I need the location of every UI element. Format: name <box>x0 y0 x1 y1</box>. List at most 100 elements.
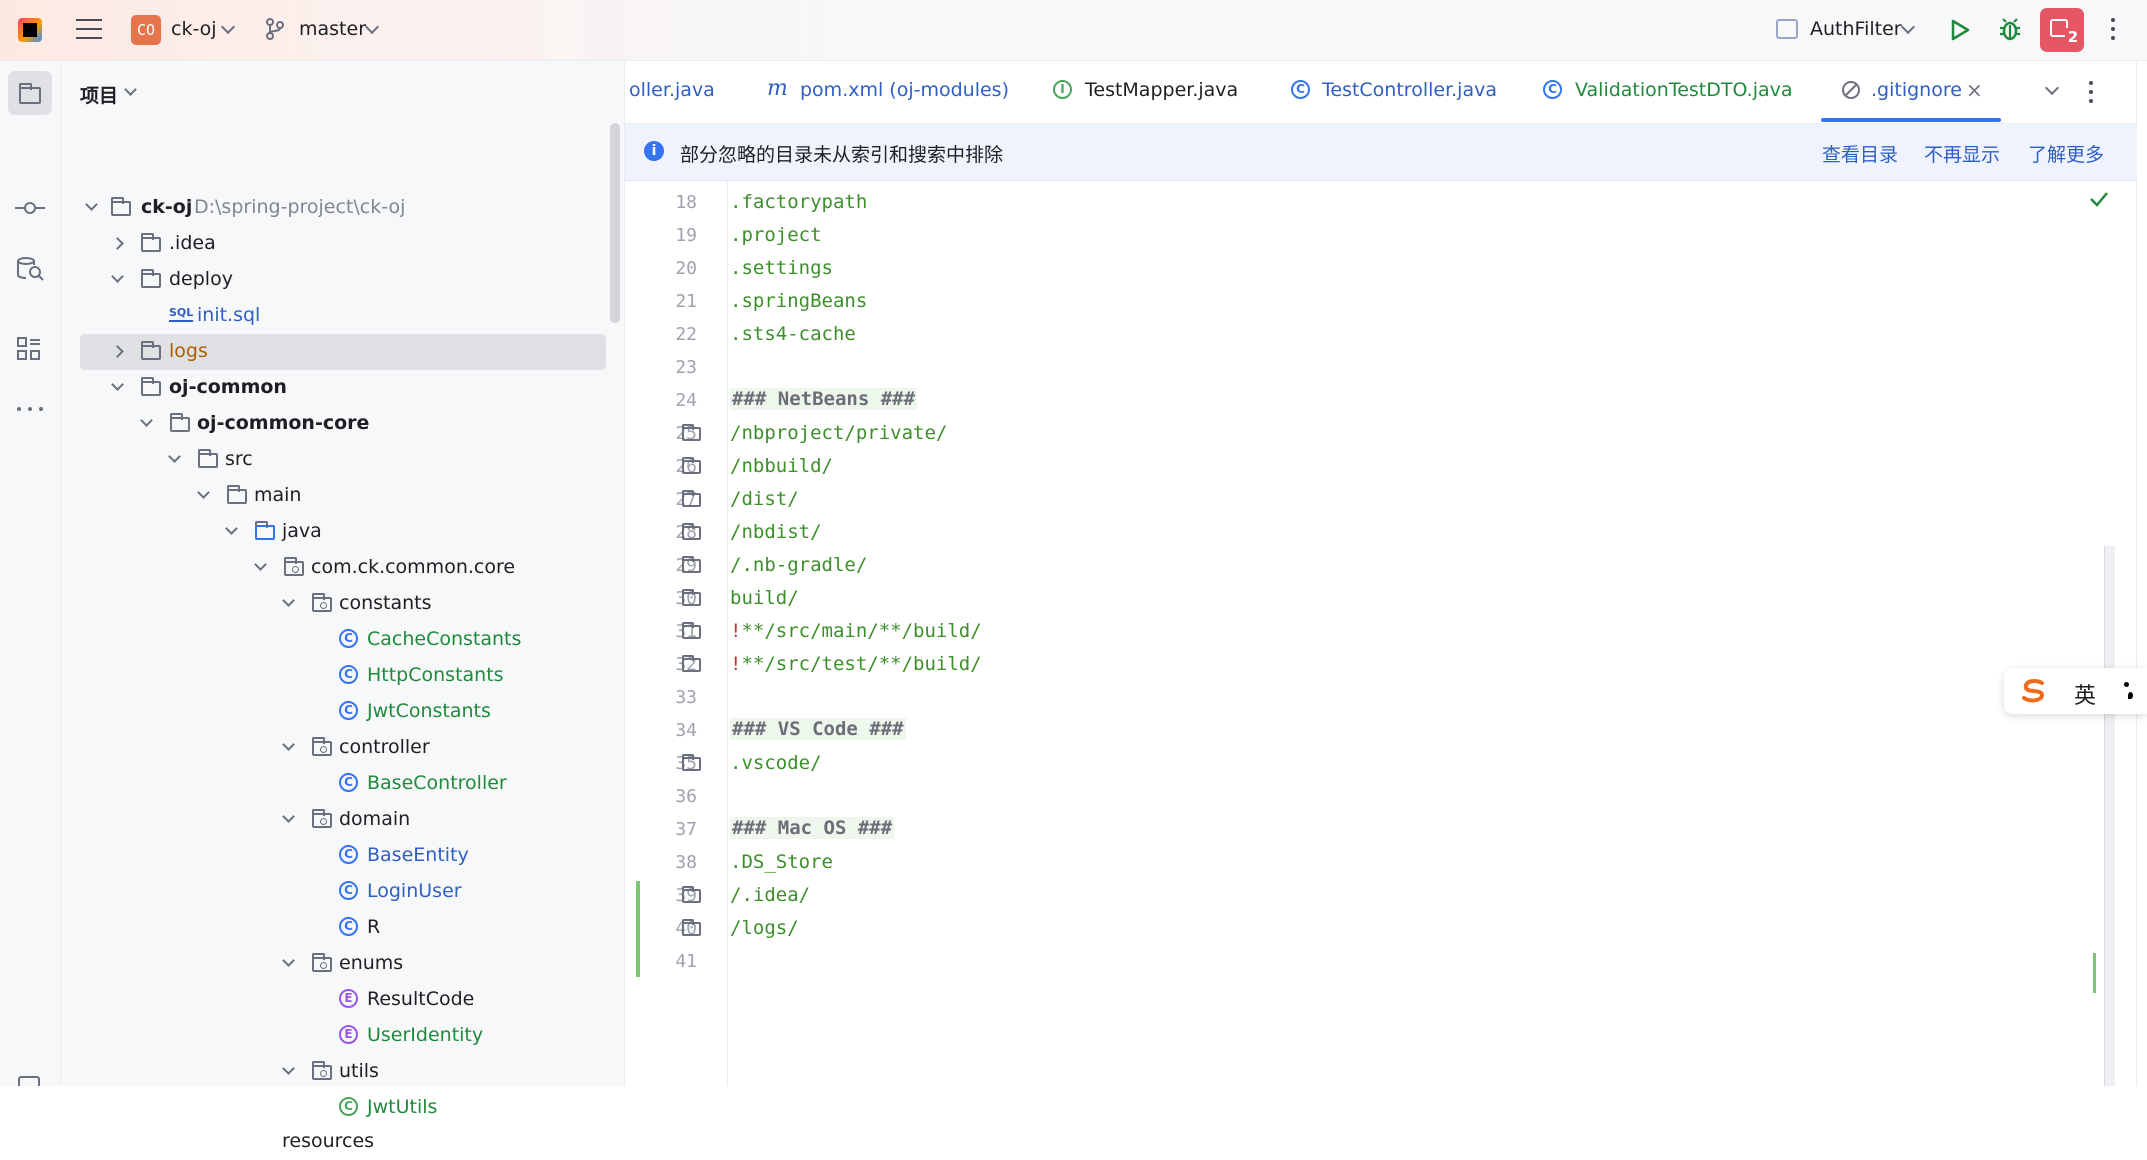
code-line[interactable]: /.idea/ <box>730 884 810 906</box>
code-line[interactable]: /nbdist/ <box>730 521 822 543</box>
terminal-icon[interactable] <box>18 1076 40 1086</box>
chevron-down-icon[interactable] <box>111 378 124 391</box>
chevron-down-icon[interactable] <box>1900 19 1916 35</box>
ime-toolbar[interactable]: 英 <box>2004 668 2147 714</box>
ide-logo-icon[interactable] <box>18 18 42 42</box>
chevron-down-icon[interactable] <box>111 270 124 283</box>
ime-language[interactable]: 英 <box>2074 678 2096 710</box>
code-line[interactable]: .factorypath <box>730 191 867 213</box>
database-search-icon[interactable] <box>16 255 44 283</box>
chevron-down-icon[interactable] <box>168 450 181 463</box>
code-line[interactable]: !**/src/test/**/build/ <box>730 653 982 675</box>
tree-item-class[interactable]: C R <box>61 910 606 946</box>
tabs-more-icon[interactable] <box>2089 81 2093 103</box>
more-tools-icon[interactable] <box>17 407 43 411</box>
tab-test-mapper[interactable]: TestMapper.java <box>1085 79 1238 101</box>
code-line[interactable]: .project <box>730 224 822 246</box>
tree-item-package-root[interactable]: com.ck.common.core <box>61 550 606 586</box>
editor-scrollbar[interactable] <box>2105 546 2115 1086</box>
tab-pom-xml[interactable]: pom.xml (oj-modules) <box>800 79 1009 101</box>
code-line[interactable]: .vscode/ <box>730 752 822 774</box>
tabs-dropdown-icon[interactable] <box>2044 80 2060 96</box>
tree-item-resources[interactable]: resources <box>61 1124 606 1160</box>
code-line[interactable]: .settings <box>730 257 833 279</box>
view-directories-link[interactable]: 查看目录 <box>1822 140 1898 167</box>
project-badge[interactable]: CO <box>131 15 161 45</box>
code-editor[interactable]: 18 .factorypath 19 .project 20 .settings… <box>625 181 2115 1086</box>
tree-item-class[interactable]: C CacheConstants <box>61 622 606 658</box>
run-config-name[interactable]: AuthFilter <box>1810 18 1902 40</box>
code-line[interactable]: /logs/ <box>730 917 799 939</box>
tree-item-enum[interactable]: E ResultCode <box>61 982 606 1018</box>
chevron-down-icon[interactable] <box>282 594 295 607</box>
code-line[interactable]: !**/src/main/**/build/ <box>730 620 982 642</box>
code-line[interactable]: /nbbuild/ <box>730 455 833 477</box>
tree-item-utils[interactable]: utils <box>61 1054 606 1090</box>
tree-item-enum[interactable]: E UserIdentity <box>61 1018 606 1054</box>
chevron-down-icon[interactable] <box>282 954 295 967</box>
chevron-down-icon[interactable] <box>197 486 210 499</box>
chevron-down-icon[interactable] <box>124 83 137 96</box>
chevron-down-icon[interactable] <box>364 19 380 35</box>
project-name[interactable]: ck-oj <box>171 18 217 40</box>
code-line[interactable]: .springBeans <box>730 290 867 312</box>
learn-more-link[interactable]: 了解更多 <box>2028 140 2104 167</box>
tree-item-src[interactable]: src <box>61 442 606 478</box>
tree-item-deploy[interactable]: deploy <box>61 262 606 298</box>
debug-icon[interactable] <box>1998 16 2022 42</box>
chevron-down-icon[interactable] <box>220 19 236 35</box>
tab-gitignore[interactable]: .gitignore <box>1871 79 1962 101</box>
tree-item-ck-oj[interactable]: ck-oj D:\spring-project\ck-oj <box>61 190 606 226</box>
tree-item-main[interactable]: main <box>61 478 606 514</box>
chevron-right-icon[interactable] <box>111 237 124 250</box>
code-line[interactable]: /.nb-gradle/ <box>730 554 867 576</box>
chevron-down-icon[interactable] <box>282 738 295 751</box>
tab-test-controller-partial[interactable]: oller.java <box>629 79 715 101</box>
project-tool-button[interactable] <box>8 71 52 115</box>
tree-item-class[interactable]: C JwtConstants <box>61 694 606 730</box>
chevron-down-icon[interactable] <box>282 1062 295 1075</box>
chevron-down-icon[interactable] <box>282 810 295 823</box>
tree-item-java[interactable]: java <box>61 514 606 550</box>
tree-item-oj-common[interactable]: oj-common <box>61 370 606 406</box>
more-options-icon[interactable] <box>2111 18 2115 40</box>
code-line[interactable]: /nbproject/private/ <box>730 422 947 444</box>
chevron-right-icon[interactable] <box>111 345 124 358</box>
dont-show-again-link[interactable]: 不再显示 <box>1924 140 2000 167</box>
chevron-down-icon[interactable] <box>225 522 238 535</box>
code-comment-line[interactable]: ### VS Code ### <box>730 718 906 740</box>
tree-item-controller[interactable]: controller <box>61 730 606 766</box>
tree-item-class[interactable]: C LoginUser <box>61 874 606 910</box>
tree-item-class[interactable]: C BaseEntity <box>61 838 606 874</box>
chevron-down-icon[interactable] <box>85 198 98 211</box>
tree-item-init-sql[interactable]: SQL init.sql <box>61 298 606 334</box>
tree-item-enums[interactable]: enums <box>61 946 606 982</box>
commit-icon[interactable] <box>15 198 45 218</box>
code-line[interactable]: /dist/ <box>730 488 799 510</box>
code-line[interactable]: .DS_Store <box>730 851 833 873</box>
project-panel-title[interactable]: 项目 <box>80 81 118 108</box>
chevron-down-icon[interactable] <box>254 558 267 571</box>
tree-item-logs[interactable]: logs <box>80 334 606 370</box>
code-comment-line[interactable]: ### Mac OS ### <box>730 817 895 839</box>
close-tab-icon[interactable]: × <box>1966 78 1983 102</box>
branch-name[interactable]: master <box>299 18 366 40</box>
tree-scrollbar[interactable] <box>610 123 620 323</box>
inspections-ok-icon[interactable] <box>2089 191 2109 207</box>
tree-item-oj-common-core[interactable]: oj-common-core <box>61 406 606 442</box>
structure-icon[interactable] <box>16 336 42 362</box>
notifications-button[interactable]: 2 <box>2040 8 2084 52</box>
tree-item-idea[interactable]: .idea <box>61 226 606 262</box>
code-line[interactable]: .sts4-cache <box>730 323 856 345</box>
tab-validation-test-dto[interactable]: ValidationTestDTO.java <box>1575 79 1793 101</box>
tree-item-domain[interactable]: domain <box>61 802 606 838</box>
run-icon[interactable] <box>1949 18 1971 42</box>
code-line[interactable]: build/ <box>730 587 799 609</box>
tree-item-class[interactable]: C JwtUtils <box>61 1090 606 1126</box>
main-menu-icon[interactable] <box>76 19 102 39</box>
tree-item-constants[interactable]: constants <box>61 586 606 622</box>
tree-item-class[interactable]: C HttpConstants <box>61 658 606 694</box>
ime-punctuation-icon[interactable] <box>2124 682 2129 687</box>
tab-test-controller[interactable]: TestController.java <box>1322 79 1497 101</box>
tree-item-class[interactable]: C BaseController <box>61 766 606 802</box>
